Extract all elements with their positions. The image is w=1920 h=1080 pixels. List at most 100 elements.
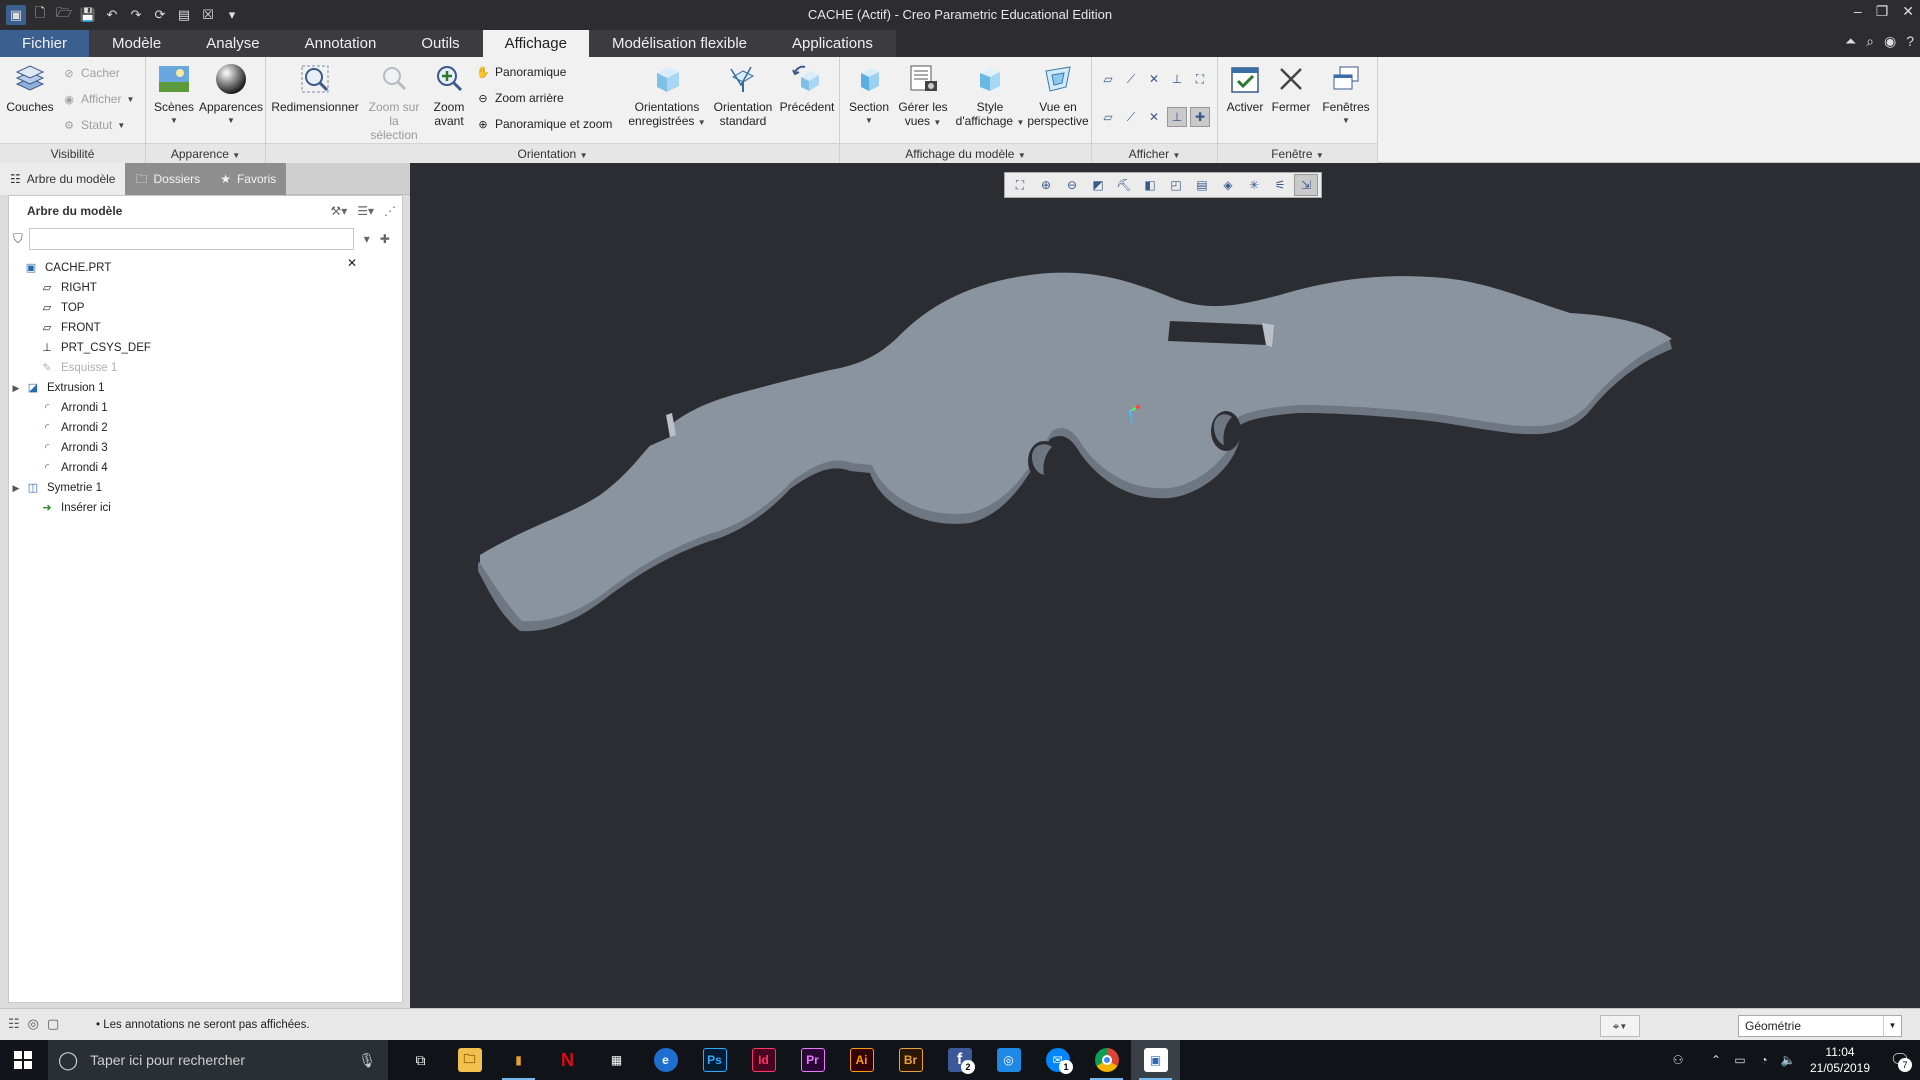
spin-center-icon[interactable]: ⛶ — [1190, 69, 1210, 89]
plane-display-icon[interactable]: ⏥ — [1098, 69, 1118, 89]
perspective-icon[interactable]: ◈ — [1216, 174, 1240, 196]
tree-node-arrondi-4[interactable]: ◜ Arrondi 4 — [9, 458, 402, 478]
show-hidden-icons-icon[interactable]: ⌃ — [1704, 1053, 1728, 1067]
redimensionner-button[interactable]: Redimensionner — [271, 61, 359, 114]
vue-perspective-button[interactable]: Vue en perspective — [1026, 61, 1090, 128]
tree-node-inserer-ici[interactable]: ➜ Insérer ici — [9, 498, 402, 518]
panoramique-button[interactable]: ✋ Panoramique — [476, 62, 566, 82]
smart-filter-button[interactable]: ⌖ ▼ — [1600, 1015, 1640, 1037]
search-icon[interactable]: ⌕ — [1866, 33, 1874, 50]
fenetres-button[interactable]: Fenêtres ▼ — [1318, 61, 1374, 128]
zoom-arriere-button[interactable]: ⊖ Zoom arrière — [476, 88, 563, 108]
orientations-enregistrees-button[interactable]: Orientations enregistrées ▼ — [628, 61, 706, 130]
taskbar-app-calendar[interactable]: ▦ — [592, 1040, 641, 1080]
zoom-out-icon[interactable]: ⊖ — [1060, 174, 1084, 196]
tab-favoris[interactable]: ★ Favoris — [210, 163, 287, 195]
group-label-apparence[interactable]: Apparence ▼ — [146, 143, 265, 163]
tab-modele[interactable]: Modèle — [90, 30, 185, 57]
restore-icon[interactable]: ❐ — [1876, 3, 1889, 20]
taskbar-app-instagram[interactable]: ◎ — [984, 1040, 1033, 1080]
apparences-button[interactable]: Apparences ▼ — [199, 61, 263, 128]
taskbar-search[interactable]: ◯ Taper ici pour rechercher 🎙 — [48, 1040, 388, 1080]
activer-button[interactable]: Activer — [1222, 61, 1268, 114]
gerer-vues-button[interactable]: Gérer les vues ▼ — [894, 61, 952, 130]
fermer-button[interactable]: Fermer — [1268, 61, 1314, 114]
spin-center-icon[interactable]: ⇲ — [1294, 174, 1318, 196]
datum-display-icon[interactable]: ✳ — [1242, 174, 1266, 196]
people-icon[interactable]: ⚇ — [1666, 1053, 1690, 1067]
navigator-toggle-icon[interactable]: ☷ — [8, 1016, 20, 1032]
task-view-button[interactable]: ⧉ — [396, 1040, 445, 1080]
microphone-icon[interactable]: 🎙 — [358, 1052, 376, 1069]
view-manager-icon[interactable]: ▤ — [1190, 174, 1214, 196]
group-label-orientation[interactable]: Orientation ▼ — [266, 143, 839, 163]
tab-annotation[interactable]: Annotation — [282, 30, 400, 57]
cacher-button[interactable]: ⊘ Cacher — [62, 63, 119, 83]
expand-arrow-icon[interactable]: ▶ — [9, 378, 23, 398]
expand-arrow-icon[interactable]: ▶ — [9, 478, 23, 498]
tree-search-input[interactable] — [28, 228, 354, 250]
annotation-display-icon[interactable]: ⚟ — [1268, 174, 1292, 196]
minimize-ribbon-icon[interactable]: ⏶ — [1845, 33, 1856, 50]
tree-columns-icon[interactable]: ☰▾ — [357, 196, 374, 226]
search-options-icon[interactable]: ▾ — [364, 232, 370, 246]
pan-zoom-icon[interactable]: ⛏ — [1112, 174, 1136, 196]
wifi-icon[interactable]: ◔ — [1752, 1053, 1776, 1067]
graphics-viewport[interactable]: ⛶ ⊕ ⊖ ◩ ⛏ ◧ ◰ ▤ ◈ ✳ ⚟ ⇲ — [410, 163, 1920, 1008]
taskbar-app-edge[interactable]: e — [641, 1040, 690, 1080]
plane-tag-icon[interactable]: ⏥ — [1098, 107, 1118, 127]
tab-applications[interactable]: Applications — [770, 30, 896, 57]
taskbar-app-chrome[interactable] — [1082, 1040, 1131, 1080]
help-icon[interactable]: ? — [1906, 33, 1914, 50]
tree-node-part[interactable]: ▣ CACHE.PRT — [9, 258, 402, 278]
group-label-fenetre[interactable]: Fenêtre ▼ — [1218, 143, 1377, 163]
taskbar-app-indesign[interactable]: Id — [739, 1040, 788, 1080]
tab-outils[interactable]: Outils — [399, 30, 483, 57]
point-tag-icon[interactable]: ✕ — [1144, 107, 1164, 127]
group-label-affichage-modele[interactable]: Affichage du modèle ▼ — [840, 143, 1091, 163]
add-filter-icon[interactable]: ✚ — [380, 232, 390, 246]
minimize-icon[interactable]: – — [1854, 3, 1862, 20]
tree-node-top[interactable]: ▱ TOP — [9, 298, 402, 318]
selection-filter-select[interactable]: Géométrie ▼ — [1738, 1015, 1902, 1037]
taskbar-app-facebook[interactable]: f2 — [935, 1040, 984, 1080]
tab-analyse[interactable]: Analyse — [184, 30, 283, 57]
display-style-icon[interactable]: ◧ — [1138, 174, 1162, 196]
start-button[interactable] — [0, 1040, 46, 1080]
taskbar-app-messenger[interactable]: ✉ 1 — [1033, 1040, 1082, 1080]
tree-settings-icon[interactable]: ⚒▾ — [330, 196, 347, 226]
tree-node-right[interactable]: ▱ RIGHT — [9, 278, 402, 298]
fullscreen-toggle-icon[interactable]: ▢ — [47, 1016, 59, 1032]
taskbar-app-creo[interactable]: ▣ — [1131, 1040, 1180, 1080]
axis-display-icon[interactable]: ⟋ — [1121, 69, 1141, 89]
style-affichage-button[interactable]: Style d'affichage ▼ — [952, 61, 1028, 130]
precedent-button[interactable]: Précédent — [778, 61, 836, 114]
annotation-display-icon[interactable]: ✚ — [1190, 107, 1210, 127]
volume-icon[interactable]: 🔈 — [1776, 1053, 1800, 1067]
taskbar-app-charts[interactable]: ▮ — [494, 1040, 543, 1080]
taskbar-app-bridge[interactable]: Br — [886, 1040, 935, 1080]
clear-search-icon[interactable]: ✕ — [347, 256, 357, 270]
csys-display-icon[interactable]: ⊥ — [1167, 69, 1187, 89]
taskbar-app-photoshop[interactable]: Ps — [690, 1040, 739, 1080]
close-icon[interactable]: ✕ — [1902, 3, 1914, 20]
action-center-button[interactable]: 🗨 7 — [1880, 1040, 1920, 1080]
tree-node-arrondi-1[interactable]: ◜ Arrondi 1 — [9, 398, 402, 418]
taskbar-app-illustrator[interactable]: Ai — [837, 1040, 886, 1080]
statut-button[interactable]: ⚙ Statut ▼ — [62, 115, 125, 135]
taskbar-app-explorer[interactable]: 🗀 — [445, 1040, 494, 1080]
part-model-3d[interactable] — [410, 163, 1920, 1008]
group-label-afficher[interactable]: Afficher ▼ — [1092, 143, 1217, 163]
tab-modelisation-flexible[interactable]: Modélisation flexible — [589, 30, 771, 57]
saved-orientations-icon[interactable]: ◰ — [1164, 174, 1188, 196]
axis-tag-icon[interactable]: ⟋ — [1121, 107, 1141, 127]
tree-node-esquisse[interactable]: ✎ Esquisse 1 — [9, 358, 402, 378]
couches-button[interactable]: Couches — [6, 61, 54, 114]
taskbar-app-netflix[interactable]: N — [543, 1040, 592, 1080]
tree-node-front[interactable]: ▱ FRONT — [9, 318, 402, 338]
tree-node-extrusion[interactable]: ▶ ◪ Extrusion 1 — [9, 378, 402, 398]
tree-node-symetrie[interactable]: ▶ ◫ Symetrie 1 — [9, 478, 402, 498]
scenes-button[interactable]: Scènes ▼ — [150, 61, 198, 128]
section-button[interactable]: Section ▼ — [844, 61, 894, 128]
tree-node-arrondi-2[interactable]: ◜ Arrondi 2 — [9, 418, 402, 438]
